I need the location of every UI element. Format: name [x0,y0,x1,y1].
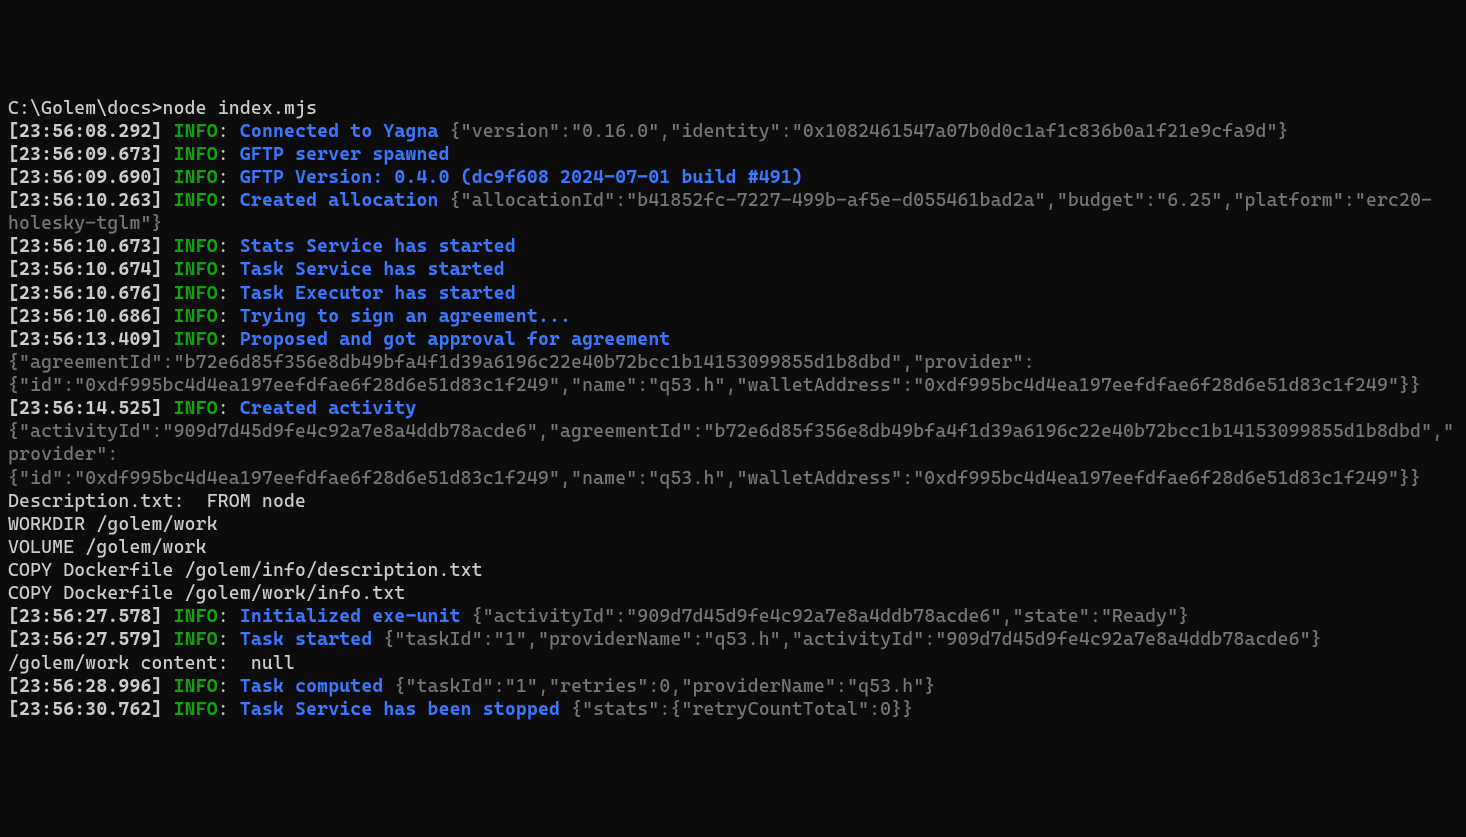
log-message: Proposed and got approval for agreement [240,329,671,350]
log-message: Task started [240,629,372,650]
log-message: GFTP Version: 0.4.0 (dc9f608 2024-07-01 … [240,167,803,188]
log-json: {"stats":{"retryCountTotal":0}} [560,699,913,720]
log-json: {"taskId":"1","retries":0,"providerName"… [383,676,935,697]
log-timestamp: [23:56:14.525] [8,398,163,419]
log-level: INFO [174,190,218,211]
log-level: INFO [174,398,218,419]
log-line: [23:56:10.263] INFO: Created allocation … [8,189,1458,235]
log-line: [23:56:10.686] INFO: Trying to sign an a… [8,305,1458,328]
log-message: Created allocation [240,190,439,211]
log-line: [23:56:08.292] INFO: Connected to Yagna … [8,120,1458,143]
log-level: INFO [174,236,218,257]
log-level: INFO [174,121,218,142]
terminal-output[interactable]: C:\Golem\docs>node index.mjs[23:56:08.29… [8,97,1458,721]
log-line: [23:56:09.690] INFO: GFTP Version: 0.4.0… [8,166,1458,189]
log-timestamp: [23:56:09.690] [8,167,163,188]
log-line: [23:56:28.996] INFO: Task computed {"tas… [8,675,1458,698]
log-message: GFTP server spawned [240,144,450,165]
output-text: COPY Dockerfile /golem/work/info.txt [8,582,1458,605]
log-level: INFO [174,283,218,304]
log-message: Initialized exe-unit [240,606,461,627]
log-message: Created activity [240,398,417,419]
log-line: [23:56:10.673] INFO: Stats Service has s… [8,235,1458,258]
log-timestamp: [23:56:09.673] [8,144,163,165]
log-level: INFO [174,144,218,165]
log-line: [23:56:09.673] INFO: GFTP server spawned [8,143,1458,166]
log-line: [23:56:27.579] INFO: Task started {"task… [8,628,1458,651]
log-message: Connected to Yagna [240,121,439,142]
log-line: [23:56:13.409] INFO: Proposed and got ap… [8,328,1458,397]
log-message: Task Service has started [240,259,505,280]
command-prompt: C:\Golem\docs>node index.mjs [8,97,1458,120]
log-level: INFO [174,676,218,697]
prompt-text: C:\Golem\docs>node index.mjs [8,98,317,119]
output-text: COPY Dockerfile /golem/info/description.… [8,559,1458,582]
log-timestamp: [23:56:10.676] [8,283,163,304]
log-timestamp: [23:56:10.674] [8,259,163,280]
log-timestamp: [23:56:27.579] [8,629,163,650]
log-json: {"activityId":"909d7d45d9fe4c92a7e8a4ddb… [461,606,1190,627]
log-level: INFO [174,167,218,188]
log-timestamp: [23:56:30.762] [8,699,163,720]
log-json: {"version":"0.16.0","identity":"0x108246… [439,121,1289,142]
log-level: INFO [174,306,218,327]
log-line: [23:56:27.578] INFO: Initialized exe-uni… [8,605,1458,628]
log-level: INFO [174,699,218,720]
log-timestamp: [23:56:10.686] [8,306,163,327]
log-timestamp: [23:56:10.263] [8,190,163,211]
log-line: [23:56:10.676] INFO: Task Executor has s… [8,282,1458,305]
log-timestamp: [23:56:13.409] [8,329,163,350]
log-line: [23:56:10.674] INFO: Task Service has st… [8,258,1458,281]
log-timestamp: [23:56:10.673] [8,236,163,257]
log-message: Task Executor has started [240,283,516,304]
log-message: Trying to sign an agreement... [240,306,571,327]
output-text: WORKDIR /golem/work [8,513,1458,536]
log-timestamp: [23:56:27.578] [8,606,163,627]
log-timestamp: [23:56:28.996] [8,676,163,697]
log-line: [23:56:14.525] INFO: Created activity {"… [8,397,1458,490]
log-message: Task Service has been stopped [240,699,560,720]
output-text: Description.txt: FROM node [8,490,1458,513]
output-text: /golem/work content: null [8,652,1458,675]
log-level: INFO [174,606,218,627]
log-timestamp: [23:56:08.292] [8,121,163,142]
log-level: INFO [174,629,218,650]
output-text: VOLUME /golem/work [8,536,1458,559]
log-line: [23:56:30.762] INFO: Task Service has be… [8,698,1458,721]
log-message: Stats Service has started [240,236,516,257]
log-level: INFO [174,259,218,280]
log-level: INFO [174,329,218,350]
log-json: {"taskId":"1","providerName":"q53.h","ac… [372,629,1321,650]
log-message: Task computed [240,676,384,697]
